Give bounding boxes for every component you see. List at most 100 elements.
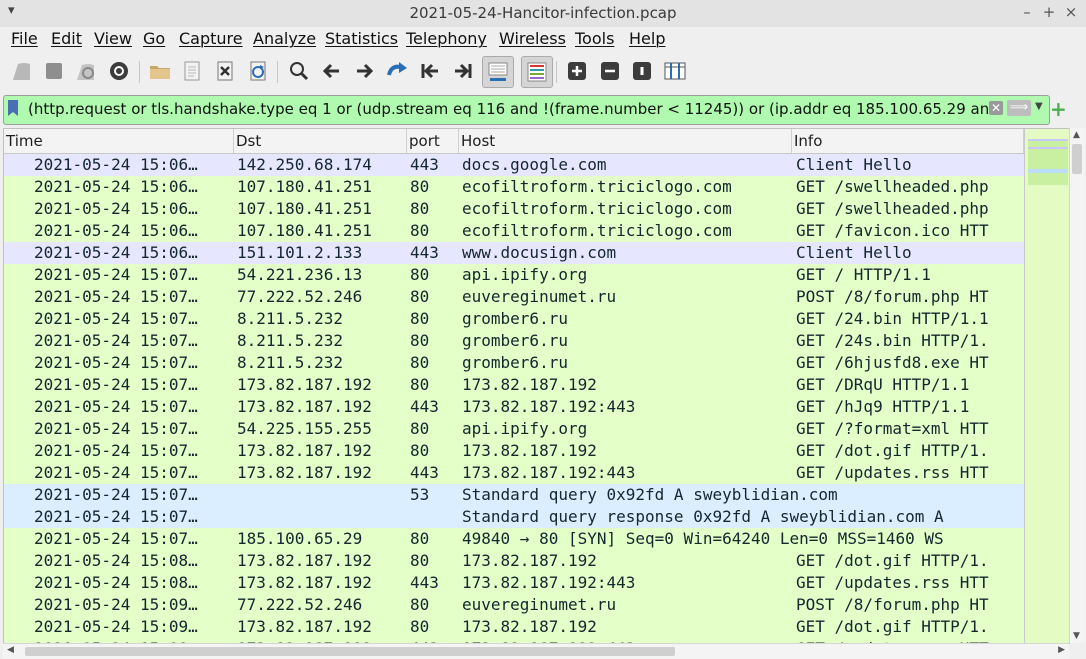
close-window-button[interactable]: × [1062, 3, 1080, 21]
menu-capture[interactable]: Capture [179, 29, 243, 48]
packet-port: 443 [410, 463, 439, 482]
packet-host: 173.82.187.192 [462, 441, 597, 460]
packet-dst: 173.82.187.192 [237, 441, 372, 460]
packet-row[interactable]: 2021-05-24 15:07… 173.82.187.192 443 173.82… [4, 396, 1069, 418]
packet-port: 80 [410, 375, 430, 394]
packet-row[interactable]: 2021-05-24 15:07… 8.211.5.232 80 gromber6.r… [4, 308, 1069, 330]
menu-file[interactable]: File [11, 29, 38, 48]
bookmark-icon[interactable] [8, 100, 18, 116]
scroll-down-icon[interactable]: ▼ [1073, 631, 1080, 641]
menu-analyze[interactable]: Analyze [253, 29, 316, 48]
packet-dst: 54.221.236.13 [237, 265, 363, 284]
packet-host: www.docusign.com [462, 243, 617, 262]
menu-tools[interactable]: Tools [575, 29, 614, 48]
open-file-icon[interactable] [146, 57, 174, 85]
packet-row[interactable]: 2021-05-24 15:08… 173.82.187.192 443 173.82… [4, 572, 1069, 594]
add-filter-button-icon[interactable]: + [1050, 99, 1067, 119]
autoscroll-icon[interactable] [482, 56, 514, 88]
packet-port: 443 [410, 573, 439, 592]
close-file-icon[interactable] [211, 57, 239, 85]
packet-info: GET /swellheaded.php [796, 177, 989, 196]
packet-dst: 77.222.52.246 [237, 287, 363, 306]
maximize-button[interactable]: + [1040, 3, 1058, 21]
packet-port: 80 [410, 199, 430, 218]
packet-minimap[interactable] [1024, 129, 1069, 643]
go-to-packet-icon[interactable] [383, 57, 411, 85]
packet-list[interactable]: Time Dst port Host Info 2021-05-24 15:06… [3, 128, 1070, 644]
stop-capture-icon[interactable] [40, 57, 68, 85]
packet-row[interactable]: 2021-05-24 15:07… Standard query response… [4, 506, 1069, 528]
packet-time: 2021-05-24 15:06… [34, 177, 198, 196]
clear-filter-icon[interactable]: ✕ [989, 101, 1003, 115]
horizontal-scroll-thumb[interactable] [25, 647, 675, 656]
packet-row[interactable]: 2021-05-24 15:06… 107.180.41.251 80 ecofilt… [4, 220, 1069, 242]
packet-row[interactable]: 2021-05-24 15:07… 53 Standard query 0x92fd… [4, 484, 1069, 506]
start-capture-icon[interactable] [8, 57, 36, 85]
menu-go[interactable]: Go [143, 29, 165, 48]
column-header-port[interactable]: port [407, 129, 459, 153]
packet-row[interactable]: 2021-05-24 15:09… 173.82.187.192 80 173.82.… [4, 616, 1069, 638]
column-header-host[interactable]: Host [459, 129, 792, 153]
packet-dst: 142.250.68.174 [237, 155, 372, 174]
colorize-icon[interactable] [521, 56, 553, 88]
restart-capture-icon[interactable] [72, 57, 100, 85]
packet-row[interactable]: 2021-05-24 15:07… 8.211.5.232 80 gromber6.r… [4, 330, 1069, 352]
menu-help[interactable]: Help [629, 29, 665, 48]
packet-dst: 8.211.5.232 [237, 331, 343, 350]
scroll-right-icon[interactable]: ▶ [1058, 645, 1065, 655]
menu-wireless[interactable]: Wireless [499, 29, 566, 48]
find-packet-icon[interactable] [285, 57, 313, 85]
go-back-icon[interactable] [318, 57, 346, 85]
minimize-button[interactable]: – [1018, 3, 1036, 21]
display-filter-input[interactable]: (http.request or tls.handshake.type eq 1… [28, 100, 988, 118]
zoom-out-icon[interactable] [596, 57, 624, 85]
filter-history-dropdown-icon[interactable]: ▼ [1035, 101, 1043, 112]
packet-row[interactable]: 2021-05-24 15:06… 107.180.41.251 80 ecofilt… [4, 198, 1069, 220]
packet-row[interactable]: 2021-05-24 15:07… 173.82.187.192 80 173.82.… [4, 374, 1069, 396]
packet-row[interactable]: 2021-05-24 15:09… 77.222.52.246 80 euveregi… [4, 594, 1069, 616]
packet-host: ecofiltroform.triciclogo.com [462, 199, 732, 218]
packet-dst: 173.82.187.192 [237, 375, 372, 394]
zoom-in-icon[interactable] [563, 57, 591, 85]
menu-edit[interactable]: Edit [51, 29, 82, 48]
packet-row[interactable]: 2021-05-24 15:06… 151.101.2.133 443 www.doc… [4, 242, 1069, 264]
menu-telephony[interactable]: Telephony [406, 29, 487, 48]
normal-size-icon[interactable] [628, 57, 656, 85]
menu-view[interactable]: View [94, 29, 132, 48]
horizontal-scrollbar[interactable]: ◀ ▶ [3, 643, 1069, 659]
packet-row[interactable]: 2021-05-24 15:06… 142.250.68.174 443 docs.g… [4, 154, 1069, 176]
packet-row[interactable]: 2021-05-24 15:07… 173.82.187.192 443 173.82… [4, 462, 1069, 484]
apply-filter-button[interactable]: ⟹ [1007, 100, 1031, 116]
scroll-up-icon[interactable]: ▲ [1073, 130, 1080, 140]
packet-time: 2021-05-24 15:07… [34, 353, 198, 372]
packet-row[interactable]: 2021-05-24 15:07… 77.222.52.246 80 euveregi… [4, 286, 1069, 308]
packet-row[interactable]: 2021-05-24 15:07… 173.82.187.192 80 173.82.… [4, 440, 1069, 462]
packet-row[interactable]: 2021-05-24 15:07… 54.221.236.13 80 api.ipif… [4, 264, 1069, 286]
packet-row[interactable]: 2021-05-24 15:08… 173.82.187.192 80 173.82.… [4, 550, 1069, 572]
column-header-dst[interactable]: Dst [234, 129, 407, 153]
save-file-icon[interactable] [178, 57, 206, 85]
packet-row[interactable]: 2021-05-24 15:07… 185.100.65.29 80 49840 → … [4, 528, 1069, 550]
column-header-info[interactable]: Info [792, 129, 1024, 153]
packet-row[interactable]: 2021-05-24 15:06… 107.180.41.251 80 ecofilt… [4, 176, 1069, 198]
last-packet-icon[interactable] [449, 57, 477, 85]
packet-time: 2021-05-24 15:06… [34, 221, 198, 240]
first-packet-icon[interactable] [416, 57, 444, 85]
reload-file-icon[interactable] [244, 57, 272, 85]
menu-statistics[interactable]: Statistics [325, 29, 398, 48]
resize-columns-icon[interactable] [661, 57, 689, 85]
capture-options-icon[interactable] [105, 57, 133, 85]
scroll-left-icon[interactable]: ◀ [7, 645, 14, 655]
packet-dst: 8.211.5.232 [237, 353, 343, 372]
packet-port: 80 [410, 265, 430, 284]
packet-time: 2021-05-24 15:07… [34, 309, 198, 328]
display-filter-bar[interactable]: (http.request or tls.handshake.type eq 1… [3, 95, 1050, 125]
packet-host: 173.82.187.192 [462, 551, 597, 570]
packet-row[interactable]: 2021-05-24 15:07… 8.211.5.232 80 gromber6.r… [4, 352, 1069, 374]
packet-row[interactable]: 2021-05-24 15:07… 54.225.155.255 80 api.ipi… [4, 418, 1069, 440]
column-header-time[interactable]: Time [4, 129, 234, 153]
go-forward-icon[interactable] [350, 57, 378, 85]
vertical-scroll-thumb[interactable] [1072, 144, 1082, 174]
packet-port: 443 [410, 397, 439, 416]
vertical-scrollbar[interactable]: ▲ ▼ [1069, 128, 1085, 643]
